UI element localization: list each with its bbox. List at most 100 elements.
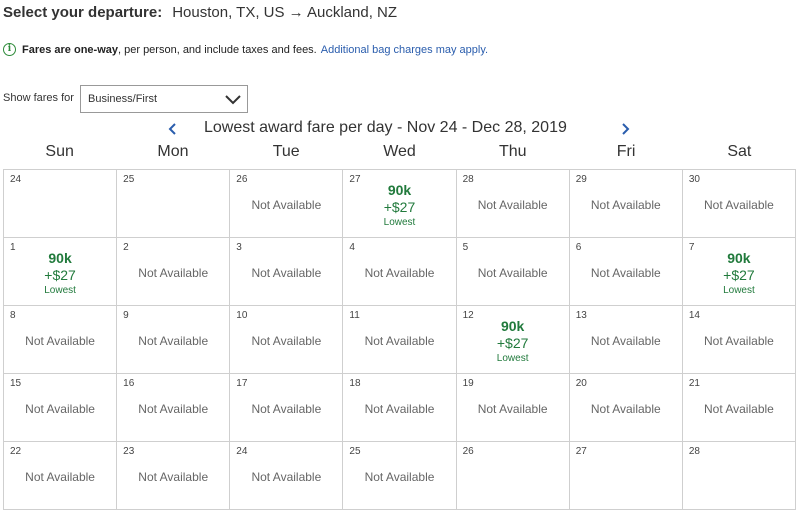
calendar-day-cell[interactable]: 21 Not Available — [682, 374, 796, 442]
not-available-text: Not Available — [138, 402, 209, 416]
calendar-day-cell[interactable]: 27 90k +$27 Lowest — [343, 170, 457, 238]
calendar-day-cell[interactable]: 18 Not Available — [343, 374, 457, 442]
calendar-day-cell[interactable]: 23 Not Available — [117, 442, 231, 510]
not-available-text: Not Available — [251, 266, 322, 280]
calendar-day-cell[interactable]: 28 — [682, 442, 796, 510]
fare-tax: +$27 — [383, 199, 416, 215]
fare-lowest-label: Lowest — [723, 285, 755, 296]
calendar-title: Lowest award fare per day - Nov 24 - Dec… — [204, 119, 567, 136]
day-number: 27 — [575, 446, 587, 457]
day-number: 28 — [688, 446, 700, 457]
previous-month-arrow-icon[interactable] — [166, 122, 178, 136]
calendar-day-cell[interactable]: 1 90k +$27 Lowest — [4, 238, 118, 306]
calendar-day-cell[interactable]: 29 Not Available — [569, 170, 683, 238]
fare-lowest-label: Lowest — [496, 353, 529, 364]
fare-miles: 90k — [48, 250, 72, 266]
calendar-day-cell[interactable]: 8 Not Available — [4, 306, 118, 374]
not-available-text: Not Available — [138, 470, 209, 484]
calendar-day-cell[interactable]: 27 — [569, 442, 683, 510]
departure-header: Select your departure: Houston, TX, US →… — [3, 4, 397, 24]
day-number: 3 — [236, 242, 242, 253]
not-available-text: Not Available — [590, 402, 661, 416]
fare-lowest-label: Lowest — [44, 285, 76, 296]
calendar-day-cell[interactable]: 24 — [4, 170, 118, 238]
calendar-day-cell[interactable]: 12 90k +$27 Lowest — [456, 306, 570, 374]
fare-tax: +$27 — [44, 267, 76, 283]
day-number: 29 — [575, 174, 587, 185]
not-available-text: Not Available — [704, 198, 774, 212]
next-month-arrow-icon[interactable] — [620, 122, 632, 136]
calendar-day-cell[interactable]: 14 Not Available — [682, 306, 796, 374]
not-available-text: Not Available — [477, 266, 548, 280]
day-number: 28 — [462, 174, 474, 185]
day-number: 22 — [10, 446, 22, 457]
day-number: 25 — [123, 174, 135, 185]
fare-info: 90k +$27 Lowest — [4, 250, 116, 297]
calendar-day-cell[interactable]: 25 Not Available — [343, 442, 457, 510]
not-available-text: Not Available — [477, 198, 548, 212]
day-of-week-label: Fri — [616, 143, 636, 160]
not-available-text: Not Available — [251, 402, 322, 416]
calendar-day-cell[interactable]: 7 90k +$27 Lowest — [682, 238, 796, 306]
calendar-day-cell[interactable]: 20 Not Available — [569, 374, 683, 442]
calendar-day-cell[interactable]: 26 Not Available — [230, 170, 344, 238]
day-number: 6 — [575, 242, 582, 253]
day-of-week-label: Tue — [272, 143, 300, 160]
not-available-text: Not Available — [590, 198, 661, 212]
day-number: 2 — [123, 242, 129, 253]
cabin-class-select[interactable]: Business/First — [80, 85, 248, 113]
not-available-text: Not Available — [138, 334, 209, 348]
calendar-day-cell[interactable]: 9 Not Available — [117, 306, 231, 374]
not-available-text: Not Available — [25, 334, 95, 348]
not-available-text: Not Available — [364, 402, 435, 416]
not-available-text: Not Available — [590, 266, 661, 280]
calendar-day-cell[interactable]: 24 Not Available — [230, 442, 344, 510]
bag-charges-link[interactable]: Additional bag charges may apply. — [321, 44, 488, 56]
day-number: 24 — [10, 174, 22, 185]
calendar-day-cell[interactable]: 3 Not Available — [230, 238, 344, 306]
calendar-day-cell[interactable]: 28 Not Available — [456, 170, 570, 238]
calendar-day-cell[interactable]: 13 Not Available — [569, 306, 683, 374]
fare-info-bold: Fares are one-way — [22, 43, 118, 56]
calendar-day-cell[interactable]: 15 Not Available — [4, 374, 118, 442]
not-available-text: Not Available — [25, 470, 95, 484]
fare-tax: +$27 — [723, 267, 755, 283]
not-available-text: Not Available — [364, 470, 435, 484]
not-available-text: Not Available — [251, 334, 322, 348]
calendar-day-cell[interactable]: 5 Not Available — [456, 238, 570, 306]
calendar-day-cell[interactable]: 25 — [117, 170, 231, 238]
day-number: 15 — [10, 378, 22, 389]
not-available-text: Not Available — [704, 402, 774, 416]
cabin-class-value: Business/First — [88, 93, 158, 105]
day-number: 25 — [349, 446, 361, 457]
not-available-text: Not Available — [364, 334, 435, 348]
calendar-day-cell[interactable]: 16 Not Available — [117, 374, 231, 442]
calendar-day-cell[interactable]: 4 Not Available — [343, 238, 457, 306]
not-available-text: Not Available — [251, 470, 322, 484]
calendar-day-cell[interactable]: 22 Not Available — [4, 442, 118, 510]
fare-info: 90k +$27 Lowest — [457, 318, 569, 365]
day-number: 13 — [575, 310, 587, 321]
fare-info: 90k +$27 Lowest — [343, 182, 455, 229]
day-number: 19 — [462, 378, 474, 389]
not-available-text: Not Available — [477, 402, 548, 416]
calendar-day-cell[interactable]: 26 — [456, 442, 570, 510]
show-fares-label: Show fares for — [3, 92, 74, 104]
not-available-text: Not Available — [364, 266, 435, 280]
calendar-day-cell[interactable]: 30 Not Available — [682, 170, 796, 238]
calendar-day-cell[interactable]: 6 Not Available — [569, 238, 683, 306]
info-circle-icon: i — [3, 43, 16, 56]
fare-info-note: i Fares are one-way , per person, and in… — [3, 43, 488, 56]
not-available-text: Not Available — [138, 266, 209, 280]
departure-label: Select your departure: — [3, 4, 163, 21]
calendar-day-cell[interactable]: 19 Not Available — [456, 374, 570, 442]
calendar-day-cell[interactable]: 17 Not Available — [230, 374, 344, 442]
day-number: 30 — [688, 174, 700, 185]
calendar-day-cell[interactable]: 11 Not Available — [343, 306, 457, 374]
calendar-day-cell[interactable]: 10 Not Available — [230, 306, 344, 374]
day-number: 14 — [688, 310, 700, 321]
calendar-day-cell[interactable]: 2 Not Available — [117, 238, 231, 306]
day-number: 16 — [123, 378, 135, 389]
day-number: 26 — [236, 174, 248, 185]
day-number: 4 — [349, 242, 355, 253]
